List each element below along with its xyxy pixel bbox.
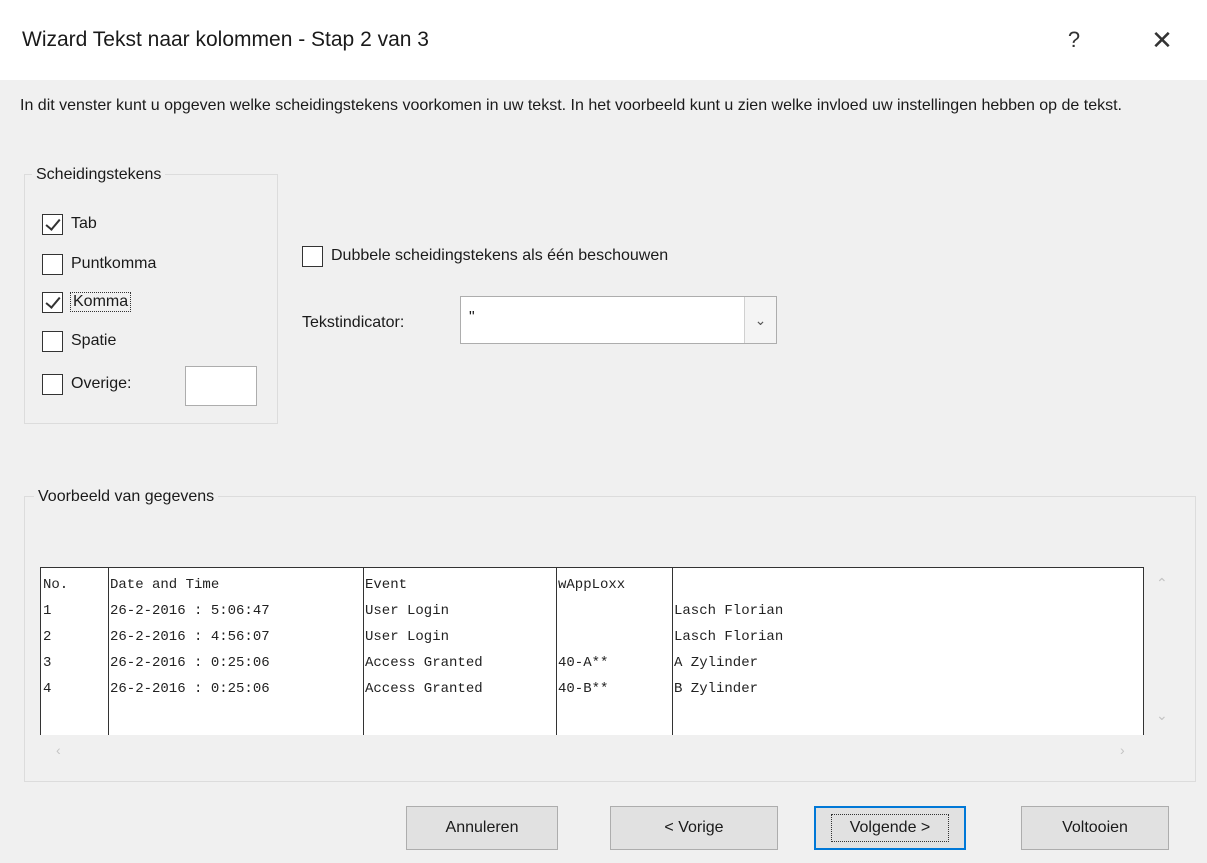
column-break-line[interactable] <box>108 568 109 735</box>
preview-cell: User Login <box>365 603 450 619</box>
comma-checkbox-label[interactable]: Komma <box>69 292 132 312</box>
horizontal-scrollbar[interactable]: ‹ › <box>40 735 1144 769</box>
preview-cell: B Zylinder <box>674 681 759 697</box>
semicolon-checkbox-label[interactable]: Puntkomma <box>71 255 156 273</box>
other-checkbox-label[interactable]: Overige: <box>71 375 131 393</box>
treat-consecutive-label[interactable]: Dubbele scheidingstekens als één beschou… <box>331 247 668 265</box>
space-checkbox[interactable]: Spatie <box>42 327 116 355</box>
preview-cell: Lasch Florian <box>674 603 784 619</box>
dialog-title: Wizard Tekst naar kolommen - Stap 2 van … <box>22 28 429 51</box>
semicolon-checkbox-box[interactable] <box>42 253 63 275</box>
finish-button[interactable]: Voltooien <box>1021 806 1169 850</box>
other-delimiter-input[interactable] <box>185 366 257 406</box>
other-checkbox-box[interactable] <box>42 373 63 395</box>
preview-cell: Access Granted <box>365 681 483 697</box>
preview-row: 3 26-2-2016 : 0:25:06 Access Granted 40-… <box>41 655 758 671</box>
delimiters-legend: Scheidingstekens <box>32 166 166 184</box>
vertical-scrollbar[interactable]: ⌃ ⌄ <box>1145 567 1179 735</box>
preview-cell: 4 <box>43 681 52 697</box>
space-checkbox-label[interactable]: Spatie <box>71 332 116 350</box>
chevron-left-icon[interactable]: ‹ <box>56 742 61 758</box>
chevron-up-icon[interactable]: ⌃ <box>1156 575 1168 592</box>
back-button[interactable]: < Vorige <box>610 806 778 850</box>
preview-cell: 26-2-2016 : 0:25:06 <box>110 655 270 671</box>
preview-row-header: No. Date and Time Event wAppLoxx <box>41 577 625 593</box>
preview-row: 4 26-2-2016 : 0:25:06 Access Granted 40-… <box>41 681 758 697</box>
preview-cell: No. <box>43 577 69 593</box>
preview-cell: 1 <box>43 603 52 619</box>
column-break-line[interactable] <box>556 568 557 735</box>
preview-cell: A Zylinder <box>674 655 759 671</box>
preview-row: 2 26-2-2016 : 4:56:07 User Login Lasch F… <box>41 629 783 645</box>
other-checkbox[interactable]: Overige: <box>42 370 131 398</box>
text-qualifier-select[interactable]: " ⌄ <box>460 296 777 344</box>
preview-cell: 2 <box>43 629 52 645</box>
text-qualifier-value: " <box>469 309 475 326</box>
space-checkbox-box[interactable] <box>42 330 63 352</box>
text-qualifier-label: Tekstindicator: <box>302 314 405 331</box>
instructions-text: In dit venster kunt u opgeven welke sche… <box>20 97 1122 114</box>
comma-checkbox[interactable]: Komma <box>42 288 132 316</box>
preview-cell: 40-A** <box>558 655 609 671</box>
semicolon-checkbox[interactable]: Puntkomma <box>42 250 156 278</box>
preview-cell: 26-2-2016 : 0:25:06 <box>110 681 270 697</box>
next-button[interactable]: Volgende > <box>814 806 966 850</box>
preview-cell: 40-B** <box>558 681 609 697</box>
preview-cell: Lasch Florian <box>674 629 784 645</box>
chevron-down-icon[interactable]: ⌄ <box>1156 707 1168 724</box>
finish-button-label: Voltooien <box>1062 819 1128 836</box>
back-button-label: < Vorige <box>664 819 724 836</box>
column-break-line[interactable] <box>672 568 673 735</box>
help-button[interactable]: ? <box>1048 18 1100 62</box>
cancel-button-label: Annuleren <box>445 819 519 836</box>
chevron-right-icon[interactable]: › <box>1120 742 1125 758</box>
tab-checkbox-label[interactable]: Tab <box>71 215 97 233</box>
tab-checkbox-box[interactable] <box>42 213 63 235</box>
title-bar: Wizard Tekst naar kolommen - Stap 2 van … <box>0 0 1207 80</box>
preview-legend: Voorbeeld van gegevens <box>34 488 219 506</box>
column-break-line[interactable] <box>363 568 364 735</box>
preview-cell: 3 <box>43 655 52 671</box>
comma-checkbox-box[interactable] <box>42 291 63 313</box>
preview-row: 1 26-2-2016 : 5:06:47 User Login Lasch F… <box>41 603 783 619</box>
data-preview[interactable]: No. Date and Time Event wAppLoxx 1 26-2-… <box>40 567 1144 735</box>
preview-cell: Access Granted <box>365 655 483 671</box>
preview-cell: 26-2-2016 : 4:56:07 <box>110 629 270 645</box>
close-button[interactable]: ✕ <box>1136 18 1188 62</box>
chevron-down-icon[interactable]: ⌄ <box>744 297 776 343</box>
preview-cell: wAppLoxx <box>558 577 626 593</box>
treat-consecutive-box[interactable] <box>302 245 323 267</box>
preview-cell: User Login <box>365 629 450 645</box>
next-button-label: Volgende > <box>830 814 950 842</box>
treat-consecutive-checkbox[interactable]: Dubbele scheidingstekens als één beschou… <box>302 242 668 270</box>
tab-checkbox[interactable]: Tab <box>42 210 97 238</box>
preview-cell: Event <box>365 577 408 593</box>
preview-cell: Date and Time <box>110 577 220 593</box>
preview-cell: 26-2-2016 : 5:06:47 <box>110 603 270 619</box>
cancel-button[interactable]: Annuleren <box>406 806 558 850</box>
